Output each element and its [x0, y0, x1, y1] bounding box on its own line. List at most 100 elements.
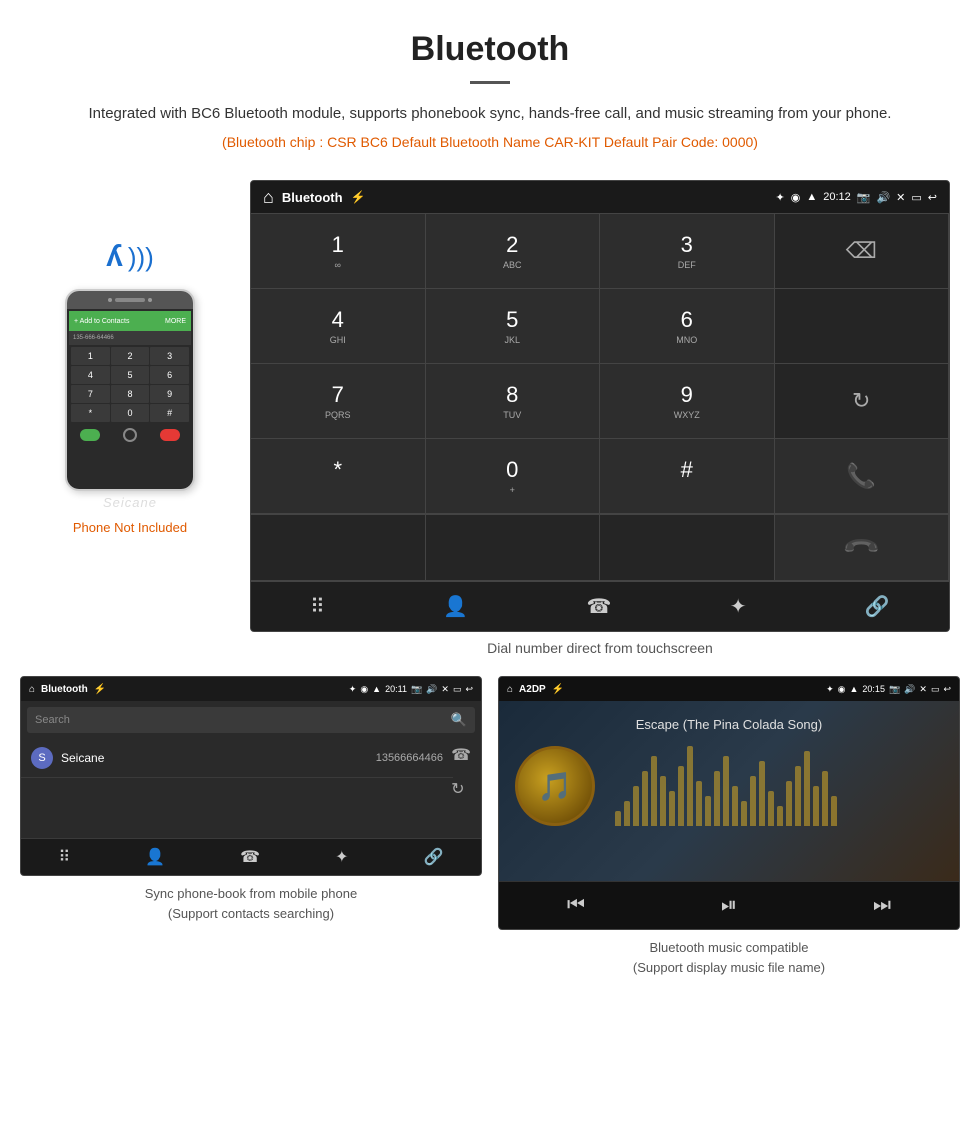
pb-search-icon[interactable]: 🔍 [451, 712, 467, 728]
music-usb-icon: ⚡ [552, 684, 564, 695]
visualizer-bar [804, 751, 810, 826]
music-back-icon[interactable]: ↩ [943, 684, 951, 695]
bottom-nav-dialpad-icon[interactable]: ⠿ [310, 594, 325, 619]
wifi-waves-icon: ))) [128, 242, 154, 273]
extra-empty-2 [426, 515, 601, 581]
music-app-title: A2DP [519, 684, 546, 695]
bottom-nav-link-icon[interactable]: 🔗 [865, 594, 890, 619]
bottom-nav-person-icon[interactable]: 👤 [443, 594, 468, 619]
dial-key-hash[interactable]: # [600, 439, 775, 514]
music-caption: Bluetooth music compatible(Support displ… [498, 938, 960, 977]
call-key[interactable]: 📞 [775, 439, 950, 514]
phone-key-hash[interactable]: # [150, 404, 189, 422]
visualizer-bar [669, 791, 675, 826]
refresh-key[interactable]: ↻ [775, 364, 950, 439]
dial-key-9[interactable]: 9WXYZ [600, 364, 775, 439]
visualizer-bar [741, 801, 747, 826]
extra-empty-1 [251, 515, 426, 581]
music-close-icon[interactable]: ✕ [919, 684, 927, 695]
phone-key-7[interactable]: 7 [71, 385, 110, 403]
camera-icon: 📷 [857, 191, 871, 204]
close-icon[interactable]: ✕ [896, 191, 905, 204]
phone-top-bar [67, 291, 193, 309]
pb-statusbar-right: ✦ ◉ ▲ 20:11 📷 🔊 ✕ ▭ ↩ [349, 684, 473, 695]
phonebook-android-screen: ⌂ Bluetooth ⚡ ✦ ◉ ▲ 20:11 📷 🔊 ✕ ▭ ↩ [20, 676, 482, 876]
back-icon[interactable]: ↩ [928, 191, 937, 204]
pb-nav-person[interactable]: 👤 [145, 847, 165, 867]
phone-key-star[interactable]: * [71, 404, 110, 422]
phone-key-6[interactable]: 6 [150, 366, 189, 384]
pb-side-refresh-icon[interactable]: ↻ [451, 779, 471, 799]
pb-nav-dialpad[interactable]: ⠿ [59, 847, 71, 867]
prev-track-icon[interactable]: ⏮ [567, 894, 585, 917]
music-visualizer [615, 746, 943, 826]
phonebook-caption-text: Sync phone-book from mobile phone(Suppor… [145, 886, 357, 921]
backspace-key[interactable]: ⌫ [775, 214, 950, 289]
phone-header-more: MORE [165, 318, 186, 325]
pb-nav-bluetooth[interactable]: ✦ [335, 847, 348, 867]
dial-key-4[interactable]: 4GHI [251, 289, 426, 364]
phone-header-label: + Add to Contacts [74, 318, 129, 325]
pb-nav-phone[interactable]: ☎ [240, 847, 260, 867]
play-pause-icon[interactable]: ⏯ [721, 894, 737, 917]
phone-call-button[interactable] [80, 429, 100, 441]
visualizer-bar [714, 771, 720, 826]
dial-key-6[interactable]: 6MNO [600, 289, 775, 364]
dial-key-1[interactable]: 1∞ [251, 214, 426, 289]
dial-key-star[interactable]: * [251, 439, 426, 514]
visualizer-bar [642, 771, 648, 826]
phone-key-2[interactable]: 2 [111, 347, 150, 365]
visualizer-bar [795, 766, 801, 826]
visualizer-bar [705, 796, 711, 826]
dial-key-5[interactable]: 5JKL [426, 289, 601, 364]
home-icon[interactable]: ⌂ [263, 187, 274, 208]
music-body: Escape (The Pina Colada Song) 🎵 [499, 701, 959, 881]
dial-key-7[interactable]: 7PQRS [251, 364, 426, 439]
dial-key-8[interactable]: 8TUV [426, 364, 601, 439]
phone-camera-dot [108, 298, 112, 302]
phone-key-4[interactable]: 4 [71, 366, 110, 384]
page-description: Integrated with BC6 Bluetooth module, su… [60, 102, 920, 126]
pb-bottom-nav: ⠿ 👤 ☎ ✦ 🔗 [21, 838, 481, 875]
pb-bt-icon: ✦ [349, 684, 357, 695]
music-window-icon[interactable]: ▭ [931, 684, 940, 695]
music-home-icon[interactable]: ⌂ [507, 684, 513, 695]
phone-key-9[interactable]: 9 [150, 385, 189, 403]
phone-screen-header: + Add to Contacts MORE [69, 311, 191, 331]
visualizer-bar [687, 746, 693, 826]
pb-back-icon[interactable]: ↩ [465, 684, 473, 695]
bluetooth-status-icon: ✦ [776, 191, 785, 204]
extra-empty-3 [600, 515, 775, 581]
pb-nav-link[interactable]: 🔗 [424, 847, 444, 867]
phone-end-button[interactable] [160, 429, 180, 441]
pb-cam-icon: 📷 [411, 684, 422, 695]
phone-key-5[interactable]: 5 [111, 366, 150, 384]
phone-key-8[interactable]: 8 [111, 385, 150, 403]
pb-home-icon[interactable]: ⌂ [29, 684, 35, 695]
music-statusbar: ⌂ A2DP ⚡ ✦ ◉ ▲ 20:15 📷 🔊 ✕ ▭ ↩ [499, 677, 959, 701]
end-call-key[interactable]: 📞 [775, 515, 950, 581]
phone-key-0[interactable]: 0 [111, 404, 150, 422]
pb-search-bar[interactable]: Search 🔍 [27, 707, 475, 733]
visualizer-bar [615, 811, 621, 826]
extra-row: 📞 [251, 514, 949, 581]
bottom-nav-phone-icon[interactable]: ☎ [586, 594, 611, 619]
phone-key-1[interactable]: 1 [71, 347, 110, 365]
phone-home-button[interactable] [123, 428, 137, 442]
pb-window-icon[interactable]: ▭ [453, 684, 462, 695]
music-caption-text: Bluetooth music compatible(Support displ… [633, 940, 825, 975]
phone-key-3[interactable]: 3 [150, 347, 189, 365]
dial-key-3[interactable]: 3DEF [600, 214, 775, 289]
bottom-nav-bluetooth-icon[interactable]: ✦ [730, 594, 747, 619]
pb-contact-row[interactable]: S Seicane 13566664466 [21, 739, 453, 778]
pb-spacer [21, 778, 481, 838]
window-icon[interactable]: ▭ [911, 191, 921, 204]
dial-key-2[interactable]: 2ABC [426, 214, 601, 289]
pb-close-icon[interactable]: ✕ [441, 684, 449, 695]
dial-key-0[interactable]: 0+ [426, 439, 601, 514]
pb-vol-icon: 🔊 [426, 684, 437, 695]
visualizer-bar [678, 766, 684, 826]
pb-side-phone-icon[interactable]: ☎ [451, 745, 471, 765]
pb-body: S Seicane 13566664466 ☎ ↻ [21, 739, 481, 778]
next-track-icon[interactable]: ⏭ [873, 894, 891, 917]
